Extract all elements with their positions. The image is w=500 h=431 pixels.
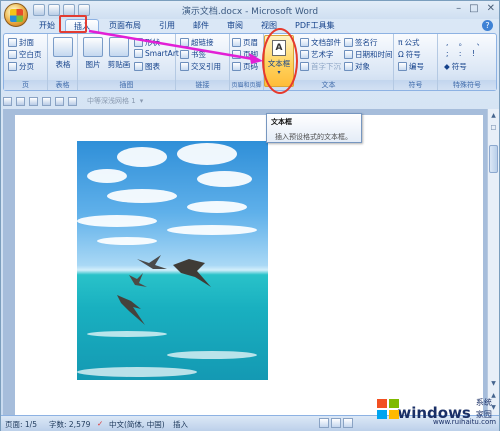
chevron-down-icon[interactable]: ▾ [140, 97, 144, 105]
redo-small-icon[interactable] [29, 96, 38, 106]
full-screen-icon[interactable] [331, 418, 341, 428]
scroll-thumb[interactable] [489, 145, 498, 173]
word-count[interactable]: 字数: 2,579 [49, 419, 90, 430]
pelican-shape [117, 295, 145, 325]
ruler-toggle-icon[interactable]: □ [489, 123, 498, 132]
eraser-icon[interactable] [68, 96, 77, 106]
logo-green-pane [389, 399, 399, 408]
border-icon[interactable] [55, 96, 64, 106]
arrow-shaft [88, 29, 254, 61]
watermark-url: www.ruihaitu.com [433, 418, 497, 426]
undo-small-icon[interactable] [16, 96, 25, 106]
scroll-up-icon[interactable]: ▲ [489, 111, 498, 120]
proofing-icon[interactable]: ✓ [97, 419, 103, 428]
pelican-shape [137, 255, 167, 269]
office-button[interactable] [4, 3, 28, 27]
language-indicator[interactable]: 中文(简体, 中国) [109, 419, 165, 430]
save-small-icon[interactable] [3, 96, 12, 106]
pelican-shape [129, 273, 147, 287]
logo-red-pane [377, 399, 387, 408]
pen-icon[interactable] [42, 96, 51, 106]
windows-logo-icon [377, 399, 399, 421]
insert-mode-indicator[interactable]: 插入 [173, 419, 188, 430]
print-layout-icon[interactable] [319, 418, 329, 428]
web-layout-icon[interactable] [343, 418, 353, 428]
inserted-seascape-image[interactable] [77, 141, 268, 380]
logo-yellow-pane [389, 410, 399, 419]
arrow-head [249, 53, 263, 64]
vertical-scrollbar[interactable]: ▲ □ ▼ ▲ ▼ [487, 109, 499, 415]
word-window: 演示文档.docx - Microsoft Word – □ ✕ 开始 插入 页… [0, 0, 500, 431]
text-box-tooltip: 文本框 插入预设格式的文本框。 [266, 113, 362, 143]
pelicans-illustration [117, 255, 211, 325]
table-style-dropdown[interactable]: 中等深浅网格 1 [87, 96, 136, 106]
view-buttons [319, 418, 353, 428]
tooltip-body: 插入预设格式的文本框。 [275, 133, 352, 141]
pelican-shape [173, 259, 211, 287]
tooltip-title: 文本框 [271, 118, 292, 126]
scroll-down-icon[interactable]: ▼ [489, 379, 498, 388]
format-toolbar: 中等深浅网格 1 ▾ [3, 95, 143, 107]
logo-blue-pane [377, 410, 387, 419]
page-count[interactable]: 页面: 1/5 [5, 419, 37, 430]
office-logo-icon [10, 9, 23, 22]
